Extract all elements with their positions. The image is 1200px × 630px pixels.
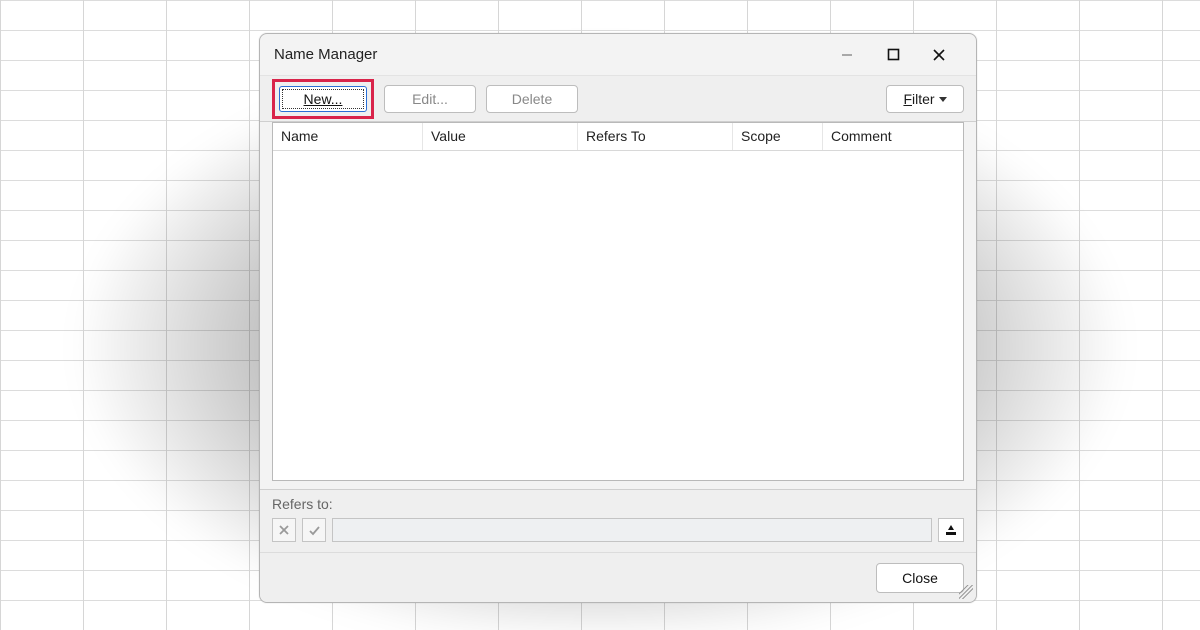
refers-to-label: Refers to: [272,496,964,512]
column-scope[interactable]: Scope [733,123,823,150]
column-value[interactable]: Value [423,123,578,150]
edit-button[interactable]: Edit... [384,85,476,113]
column-headers: Name Value Refers To Scope Comment [273,123,963,151]
dialog-footer: Close [260,552,976,602]
delete-button-label: Delete [512,91,552,107]
filter-button-rest: ilter [912,91,935,107]
check-icon [308,524,321,537]
close-window-button[interactable] [916,40,962,70]
minimize-icon [841,49,853,61]
cancel-refers-button[interactable] [272,518,296,542]
name-manager-dialog: Name Manager New... Edit... Delete Filte… [259,33,977,603]
dialog-title: Name Manager [274,46,377,63]
close-button[interactable]: Close [876,563,964,593]
names-list-body[interactable] [273,151,963,480]
highlight-frame: New... [272,79,374,119]
column-name[interactable]: Name [273,123,423,150]
new-button-label: New... [304,91,343,107]
accept-refers-button[interactable] [302,518,326,542]
close-button-label: Close [902,570,938,586]
column-comment[interactable]: Comment [823,123,963,150]
chevron-down-icon [939,97,947,102]
title-bar: Name Manager [260,34,976,76]
edit-button-label: Edit... [412,91,448,107]
x-icon [278,524,290,536]
maximize-icon [887,48,900,61]
names-list[interactable]: Name Value Refers To Scope Comment [272,122,964,481]
new-button[interactable]: New... [279,86,367,112]
column-refers-to[interactable]: Refers To [578,123,733,150]
filter-button[interactable]: Filter [886,85,964,113]
maximize-button[interactable] [870,40,916,70]
resize-grip[interactable] [959,585,973,599]
delete-button[interactable]: Delete [486,85,578,113]
toolbar: New... Edit... Delete Filter [260,76,976,122]
collapse-dialog-button[interactable] [938,518,964,542]
refers-to-input[interactable] [332,518,932,542]
minimize-button[interactable] [824,40,870,70]
close-icon [932,48,946,62]
collapse-range-icon [944,523,958,537]
refers-to-section: Refers to: [260,489,976,552]
